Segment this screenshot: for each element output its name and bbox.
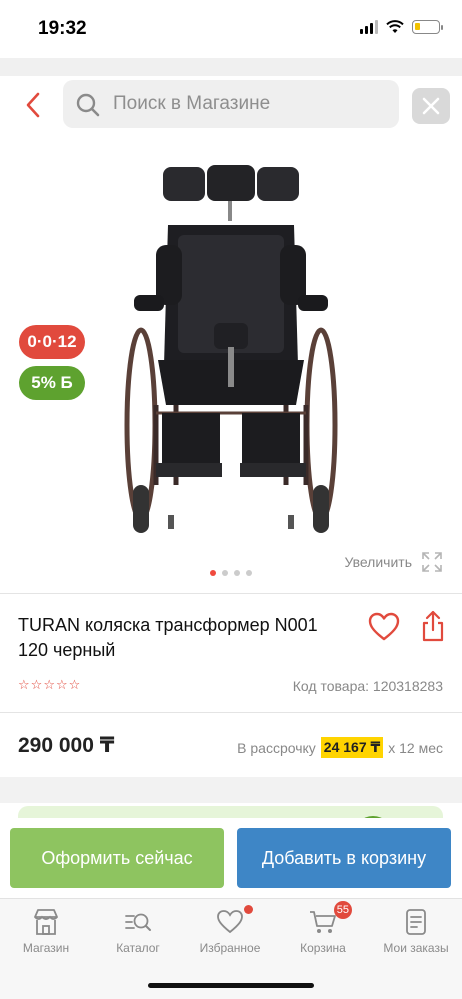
- star-empty-icon: ☆: [30, 677, 43, 692]
- tab-favorites[interactable]: Избранное: [184, 899, 276, 969]
- star-empty-icon: ☆: [55, 677, 68, 692]
- star-empty-icon: ☆: [43, 677, 55, 692]
- tab-label: Каталог: [116, 941, 160, 955]
- battery-icon: [412, 20, 443, 34]
- tab-catalog[interactable]: Каталог: [92, 899, 184, 969]
- heart-icon: [215, 905, 253, 937]
- star-empty-icon: ☆: [18, 677, 30, 692]
- favorite-heart-icon[interactable]: [368, 612, 400, 642]
- tab-label: Избранное: [199, 941, 261, 955]
- product-sku: Код товара: 120318283: [292, 678, 443, 694]
- section-gap: [0, 777, 462, 803]
- header-separator: [0, 58, 462, 76]
- installment-prefix: В рассрочку: [237, 739, 316, 756]
- action-bar: Оформить сейчас Добавить в корзину: [0, 818, 462, 898]
- pagination-dot[interactable]: [234, 570, 240, 576]
- pagination-dot[interactable]: [210, 570, 216, 576]
- back-button[interactable]: [22, 90, 46, 120]
- orders-icon: [406, 909, 426, 935]
- gallery-pagination: [0, 570, 462, 576]
- cart-icon: 55: [308, 901, 352, 937]
- search-box[interactable]: [63, 80, 399, 128]
- checkout-now-button[interactable]: Оформить сейчас: [10, 828, 224, 888]
- pagination-dot[interactable]: [222, 570, 228, 576]
- cart-count-badge: 55: [333, 901, 352, 919]
- clear-search-button[interactable]: [412, 88, 450, 124]
- add-to-cart-button[interactable]: Добавить в корзину: [237, 828, 451, 888]
- cellular-signal-icon: [360, 20, 378, 34]
- tab-label: Магазин: [22, 941, 70, 955]
- status-icons: [360, 20, 443, 34]
- search-header: [0, 76, 462, 136]
- catalog-search-icon: [125, 913, 151, 931]
- tab-cart[interactable]: 55 Корзина: [277, 899, 369, 969]
- status-bar: 19:32: [0, 0, 462, 58]
- search-input[interactable]: [113, 80, 393, 128]
- rating-stars[interactable]: ☆ ☆ ☆ ☆ ☆: [18, 678, 80, 692]
- pagination-dot[interactable]: [246, 570, 252, 576]
- tab-shop[interactable]: Магазин: [0, 899, 92, 969]
- product-price: 290 000 ₸: [18, 734, 115, 757]
- installment-amount: 24 167 ₸: [320, 737, 384, 758]
- installment-suffix: х 12 мес: [388, 739, 443, 756]
- home-indicator: [148, 983, 314, 988]
- search-icon: [76, 93, 100, 117]
- bonus-badge: 5% Б: [19, 366, 85, 400]
- tab-my-orders[interactable]: Мои заказы: [370, 899, 462, 969]
- tab-label: Мои заказы: [383, 941, 449, 955]
- installment-offer[interactable]: В рассрочку 24 167 ₸ х 12 мес: [237, 737, 443, 758]
- wheelchair-product-image: [124, 165, 338, 533]
- zoom-label: Увеличить: [344, 554, 412, 570]
- tab-label: Корзина: [300, 941, 346, 955]
- close-icon: [422, 97, 440, 115]
- divider: [0, 712, 462, 713]
- store-icon: [34, 909, 58, 935]
- product-gallery[interactable]: 0·0·12 5% Б Увеличить: [0, 140, 462, 595]
- divider: [0, 593, 462, 594]
- installment-badge: 0·0·12: [19, 325, 85, 359]
- wifi-icon: [386, 20, 404, 33]
- share-icon[interactable]: [421, 610, 445, 642]
- notification-dot: [244, 905, 253, 914]
- product-title: TURAN коляска трансформер N001 120 черны…: [18, 615, 318, 660]
- status-time: 19:32: [38, 18, 87, 39]
- star-empty-icon: ☆: [68, 677, 81, 692]
